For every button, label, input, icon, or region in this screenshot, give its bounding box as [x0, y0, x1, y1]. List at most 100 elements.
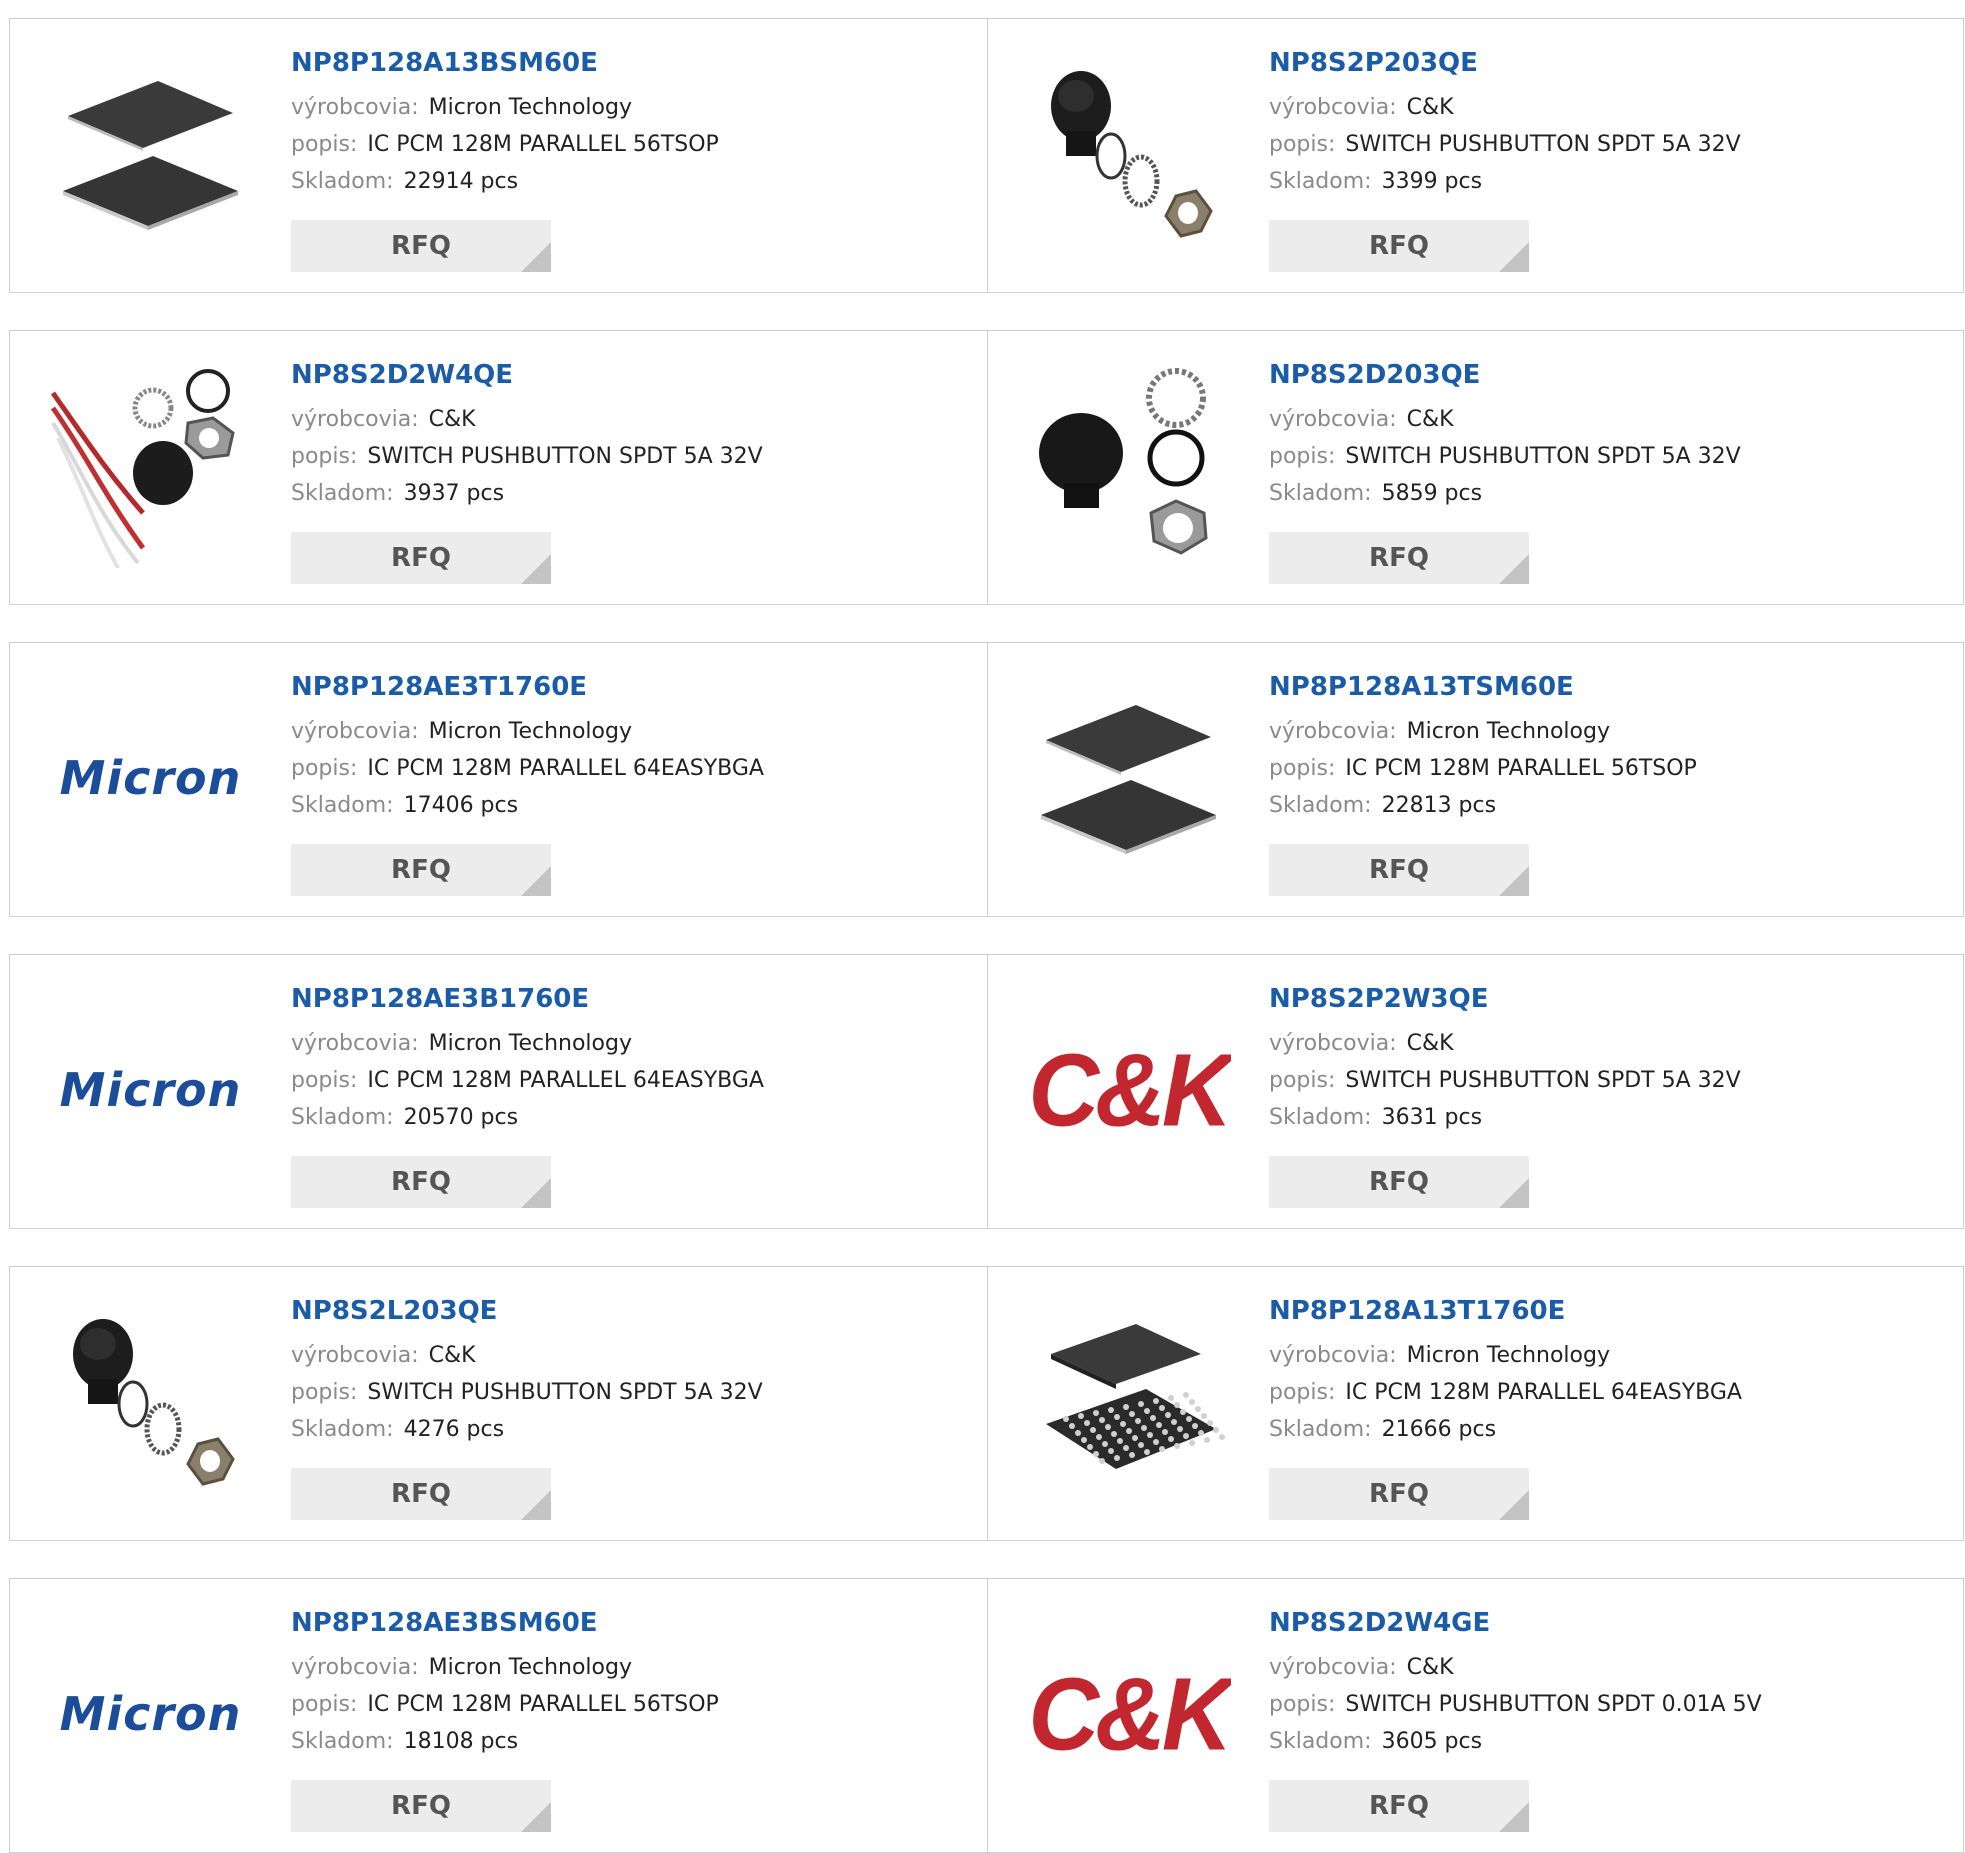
stock-label: Skladom:	[1269, 1729, 1372, 1754]
product-info: NP8S2P2W3QE výrobcovia: C&K popis: SWITCH PU…	[1269, 983, 1741, 1136]
stock-line: Skladom: 3605 pcs	[1269, 1723, 1762, 1760]
product-info: NP8P128AE3T1760E výrobcovia: Micron Techno…	[291, 671, 764, 824]
product-card: Micron NP8P128AE3BSM60E výrobcovia: Micron …	[10, 1579, 987, 1852]
manufacturer-label: výrobcovia:	[1269, 1031, 1397, 1056]
part-number-link[interactable]: NP8S2L203QE	[291, 1295, 763, 1327]
description-value: IC PCM 128M PARALLEL 64EASYBGA	[1345, 1380, 1742, 1405]
corner-triangle-icon	[1499, 1490, 1529, 1520]
product-image[interactable]: C&K	[1026, 987, 1231, 1192]
rfq-label: RFQ	[1369, 855, 1429, 885]
product-image[interactable]	[1026, 675, 1231, 880]
rfq-label: RFQ	[391, 231, 451, 261]
product-image[interactable]	[1026, 363, 1231, 568]
micron-logo: Micron	[59, 750, 242, 805]
product-info: NP8P128A13TSM60E výrobcovia: Micron Techno…	[1269, 671, 1697, 824]
description-label: popis:	[291, 756, 358, 781]
stock-label: Skladom:	[291, 1729, 394, 1754]
description-value: IC PCM 128M PARALLEL 64EASYBGA	[367, 1068, 764, 1093]
manufacturer-label: výrobcovia:	[291, 719, 419, 744]
rfq-button[interactable]: RFQ	[291, 844, 551, 896]
rfq-button[interactable]: RFQ	[1269, 1780, 1529, 1832]
product-info: NP8S2D203QE výrobcovia: C&K popis: SWITCH PU…	[1269, 359, 1741, 512]
description-line: popis: SWITCH PUSHBUTTON SPDT 0.01A 5V	[1269, 1686, 1762, 1723]
rfq-button[interactable]: RFQ	[291, 220, 551, 272]
stock-value: 3937 pcs	[403, 481, 505, 506]
product-image[interactable]: Micron	[48, 987, 253, 1192]
manufacturer-label: výrobcovia:	[1269, 719, 1397, 744]
product-card: NP8P128A13TSM60E výrobcovia: Micron Techno…	[987, 643, 1965, 916]
ck-logo: C&K	[1028, 1031, 1231, 1148]
stock-value: 21666 pcs	[1381, 1417, 1497, 1442]
rfq-button[interactable]: RFQ	[291, 1156, 551, 1208]
part-number-link[interactable]: NP8S2P2W3QE	[1269, 983, 1741, 1015]
product-image[interactable]	[48, 51, 253, 256]
part-number-link[interactable]: NP8S2D203QE	[1269, 359, 1741, 391]
description-line: popis: IC PCM 128M PARALLEL 64EASYBGA	[291, 750, 764, 787]
stock-label: Skladom:	[291, 1417, 394, 1442]
description-label: popis:	[1269, 1692, 1336, 1717]
rfq-button[interactable]: RFQ	[1269, 844, 1529, 896]
tsop-chip-icon	[1041, 705, 1216, 854]
part-number-link[interactable]: NP8S2D2W4GE	[1269, 1607, 1762, 1639]
product-image[interactable]: Micron	[48, 675, 253, 880]
rfq-button[interactable]: RFQ	[1269, 532, 1529, 584]
rfq-label: RFQ	[1369, 543, 1429, 573]
micron-logo: Micron	[59, 1686, 242, 1741]
rfq-button[interactable]: RFQ	[1269, 1468, 1529, 1520]
description-value: SWITCH PUSHBUTTON SPDT 5A 32V	[1345, 1068, 1741, 1093]
stock-label: Skladom:	[1269, 1105, 1372, 1130]
stock-value: 18108 pcs	[403, 1729, 519, 1754]
rfq-button[interactable]: RFQ	[291, 532, 551, 584]
product-image[interactable]	[1026, 1299, 1231, 1504]
stock-label: Skladom:	[1269, 169, 1372, 194]
description-line: popis: IC PCM 128M PARALLEL 56TSOP	[1269, 750, 1697, 787]
rfq-label: RFQ	[391, 1167, 451, 1197]
stock-value: 3605 pcs	[1381, 1729, 1483, 1754]
rfq-button[interactable]: RFQ	[1269, 220, 1529, 272]
description-line: popis: IC PCM 128M PARALLEL 64EASYBGA	[291, 1062, 764, 1099]
part-number-link[interactable]: NP8S2P203QE	[1269, 47, 1741, 79]
corner-triangle-icon	[521, 866, 551, 896]
corner-triangle-icon	[1499, 242, 1529, 272]
stock-line: Skladom: 3399 pcs	[1269, 163, 1741, 200]
part-number-link[interactable]: NP8P128AE3T1760E	[291, 671, 764, 703]
stock-label: Skladom:	[1269, 1417, 1372, 1442]
description-line: popis: SWITCH PUSHBUTTON SPDT 5A 32V	[1269, 1062, 1741, 1099]
product-image[interactable]: C&K	[1026, 1611, 1231, 1816]
product-row: NP8P128A13BSM60E výrobcovia: Micron Techno…	[9, 18, 1964, 293]
stock-value: 20570 pcs	[403, 1105, 519, 1130]
part-number-link[interactable]: NP8P128A13T1760E	[1269, 1295, 1742, 1327]
stock-value: 22813 pcs	[1381, 793, 1497, 818]
part-number-link[interactable]: NP8P128A13TSM60E	[1269, 671, 1697, 703]
part-number-link[interactable]: NP8P128AE3BSM60E	[291, 1607, 719, 1639]
pushbutton-wired-icon	[50, 369, 235, 568]
product-image[interactable]: Micron	[48, 1611, 253, 1816]
rfq-button[interactable]: RFQ	[291, 1468, 551, 1520]
stock-label: Skladom:	[1269, 481, 1372, 506]
stock-line: Skladom: 21666 pcs	[1269, 1411, 1742, 1448]
rfq-label: RFQ	[1369, 1479, 1429, 1509]
product-info: NP8S2D2W4GE výrobcovia: C&K popis: SWITCH PU…	[1269, 1607, 1762, 1760]
part-number-link[interactable]: NP8P128A13BSM60E	[291, 47, 719, 79]
rfq-button[interactable]: RFQ	[1269, 1156, 1529, 1208]
manufacturer-value: C&K	[1406, 95, 1454, 120]
stock-line: Skladom: 22914 pcs	[291, 163, 719, 200]
product-image[interactable]	[1026, 51, 1231, 256]
product-image[interactable]	[48, 1299, 253, 1504]
description-label: popis:	[1269, 132, 1336, 157]
manufacturer-label: výrobcovia:	[291, 95, 419, 120]
product-info: NP8P128A13T1760E výrobcovia: Micron Techno…	[1269, 1295, 1742, 1448]
description-line: popis: SWITCH PUSHBUTTON SPDT 5A 32V	[291, 438, 763, 475]
manufacturer-value: C&K	[428, 1343, 476, 1368]
manufacturer-value: Micron Technology	[428, 1655, 632, 1680]
stock-line: Skladom: 3631 pcs	[1269, 1099, 1741, 1136]
part-number-link[interactable]: NP8P128AE3B1760E	[291, 983, 764, 1015]
product-image[interactable]	[48, 363, 253, 568]
rfq-button[interactable]: RFQ	[291, 1780, 551, 1832]
product-info: NP8P128AE3BSM60E výrobcovia: Micron Techno…	[291, 1607, 719, 1760]
manufacturer-line: výrobcovia: C&K	[1269, 1025, 1741, 1062]
manufacturer-line: výrobcovia: Micron Technology	[291, 89, 719, 126]
manufacturer-label: výrobcovia:	[1269, 1343, 1397, 1368]
manufacturer-line: výrobcovia: Micron Technology	[291, 1025, 764, 1062]
part-number-link[interactable]: NP8S2D2W4QE	[291, 359, 763, 391]
